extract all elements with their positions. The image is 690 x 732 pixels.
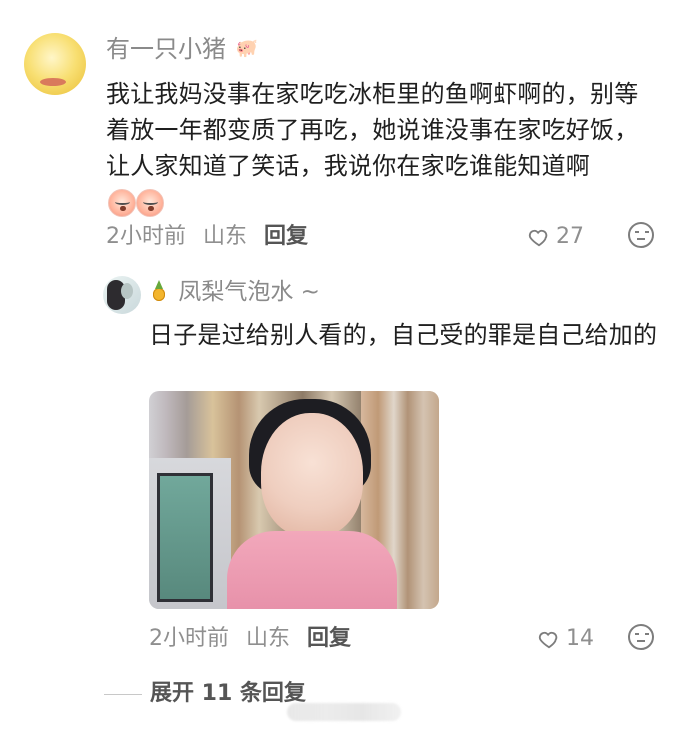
comment-username-text[interactable]: 有一只小猪 xyxy=(106,35,226,63)
emoji-row xyxy=(108,189,164,217)
reply-avatar[interactable] xyxy=(103,276,141,314)
reply-like-button[interactable]: 14 xyxy=(538,622,594,656)
cry-laugh-icon xyxy=(108,189,136,217)
reply-like-count: 14 xyxy=(566,626,594,651)
shirt-shape xyxy=(227,531,397,609)
expand-replies-button[interactable]: 展开 11 条回复 xyxy=(104,679,306,709)
reply-location: 山东 xyxy=(246,626,291,651)
reply-time: 2小时前 xyxy=(149,626,229,651)
comment-username[interactable]: 有一只小猪 🐖 xyxy=(106,34,258,64)
comment-like-count: 27 xyxy=(556,224,584,249)
comment-body: 我让我妈没事在家吃吃冰柜里的鱼啊虾啊的，别等着放一年都变质了再吃，她说谁没事在家… xyxy=(106,76,654,220)
reply-meta-row: 2小时前 山东 回复 14 xyxy=(149,622,654,656)
reply-username[interactable]: 凤梨气泡水 ~ xyxy=(149,277,320,307)
comment-like-button[interactable]: 27 xyxy=(528,220,584,254)
reaction-face-icon[interactable] xyxy=(628,624,654,650)
cry-laugh-icon xyxy=(136,189,164,217)
reply-username-text[interactable]: 凤梨气泡水 ~ xyxy=(178,279,320,305)
reply-reply-button[interactable]: 回复 xyxy=(307,626,351,651)
pineapple-icon xyxy=(149,280,167,302)
pig-icon: 🐖 xyxy=(235,38,259,59)
heart-icon xyxy=(528,229,548,247)
avatar[interactable] xyxy=(24,33,86,95)
heart-icon xyxy=(538,631,558,649)
comment-text: 我让我妈没事在家吃吃冰柜里的鱼啊虾啊的，别等着放一年都变质了再吃，她说谁没事在家… xyxy=(106,80,639,180)
blur-bar xyxy=(287,703,401,721)
expand-replies-label[interactable]: 展开 11 条回复 xyxy=(150,679,306,709)
tv-icon xyxy=(149,458,231,609)
comment-time: 2小时前 xyxy=(106,224,186,249)
divider-line xyxy=(104,693,142,695)
comment-meta-row: 2小时前 山东 回复 27 xyxy=(106,220,654,254)
reaction-face-icon[interactable] xyxy=(628,222,654,248)
reply-body: 日子是过给别人看的，自己受的罪是自己给加的 xyxy=(149,321,658,349)
comment-reply-button[interactable]: 回复 xyxy=(264,224,308,249)
face-shape xyxy=(261,413,363,537)
meme-photo[interactable] xyxy=(149,391,439,609)
comment-location: 山东 xyxy=(203,224,248,249)
